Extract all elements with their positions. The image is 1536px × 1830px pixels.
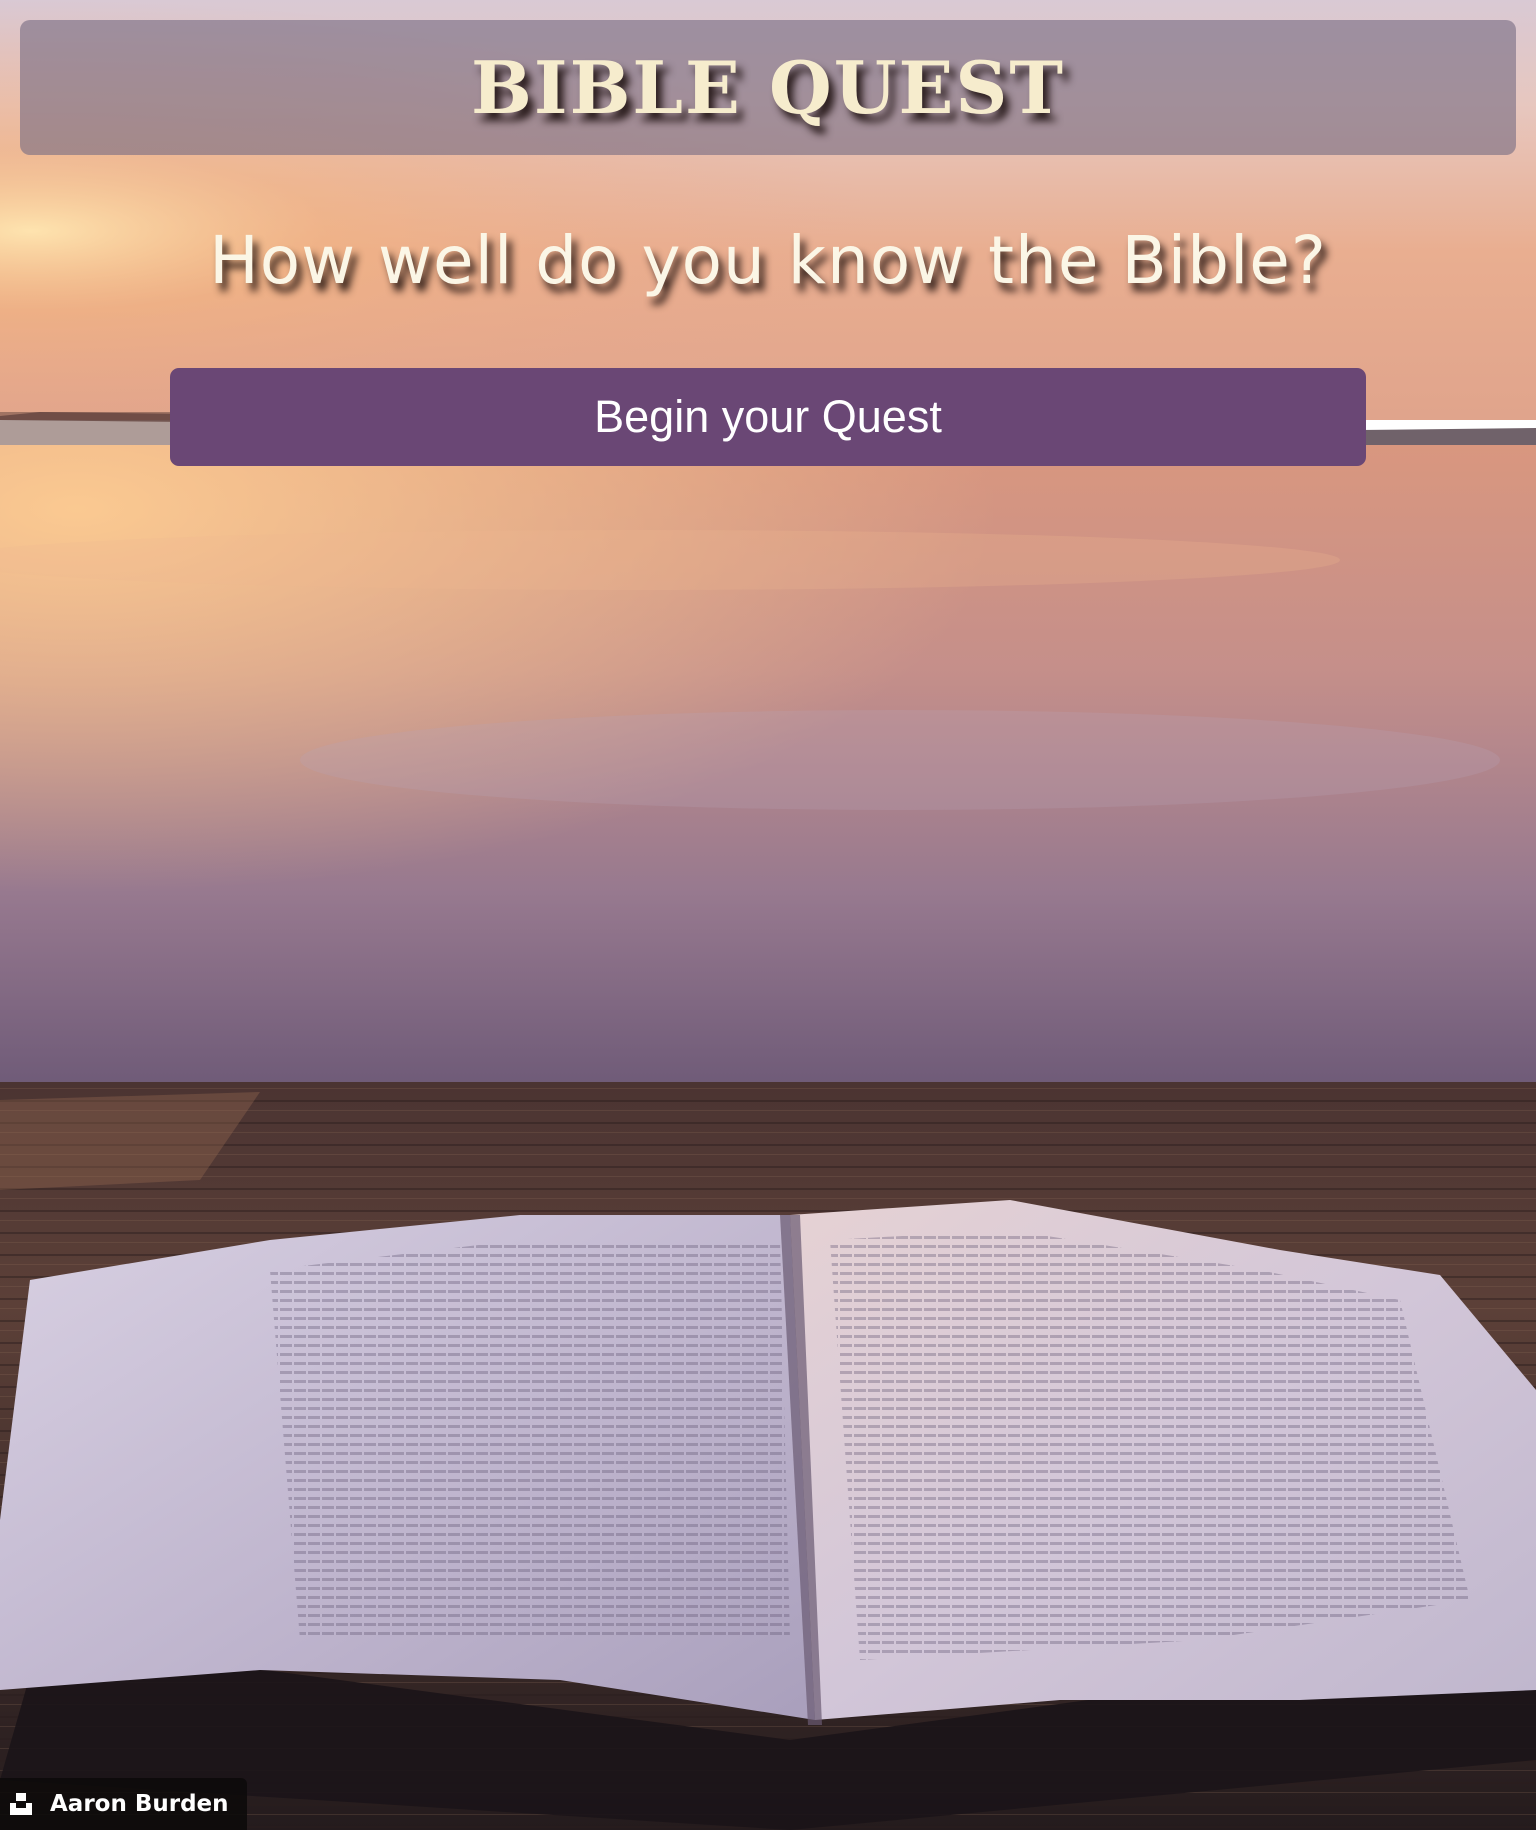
unsplash-icon — [10, 1793, 32, 1815]
begin-quest-button[interactable]: Begin your Quest — [170, 368, 1366, 466]
tagline: How well do you know the Bible? — [209, 222, 1327, 299]
photo-credit[interactable]: Aaron Burden — [0, 1778, 247, 1830]
photographer-name: Aaron Burden — [50, 1791, 229, 1817]
site-title: BIBLE QUEST — [471, 45, 1065, 130]
header-bar: BIBLE QUEST — [20, 20, 1516, 155]
